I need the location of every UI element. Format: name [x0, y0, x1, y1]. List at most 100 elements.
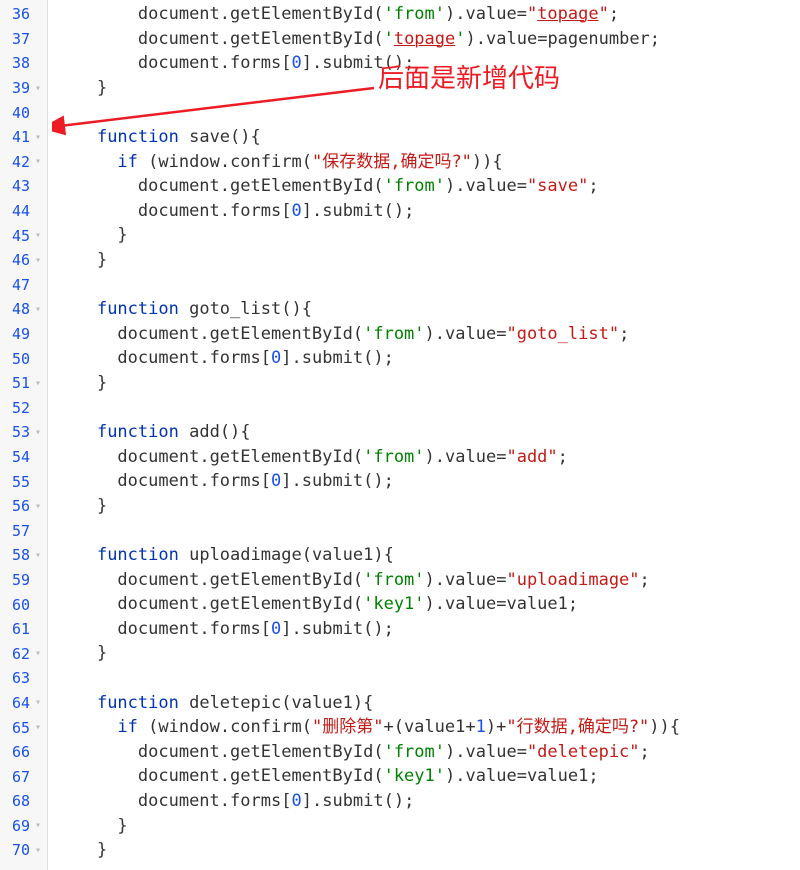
code-line[interactable]: function deletepic(value1){	[56, 691, 800, 716]
code-line[interactable]	[56, 518, 800, 543]
code-line[interactable]: document.forms[0].submit();	[56, 789, 800, 814]
code-line[interactable]: if (window.confirm("删除第"+(value1+1)+"行数据…	[56, 715, 800, 740]
code-line[interactable]: }	[56, 371, 800, 396]
code-line[interactable]: }	[56, 814, 800, 839]
gutter-line[interactable]: 59	[0, 568, 47, 593]
gutter-line[interactable]: 49	[0, 322, 47, 347]
code-line[interactable]: document.getElementById('topage').value=…	[56, 27, 800, 52]
gutter-line[interactable]: 56▾	[0, 494, 47, 519]
gutter-line[interactable]: 60	[0, 592, 47, 617]
code-line[interactable]	[56, 396, 800, 421]
code-line[interactable]: document.getElementById('from').value="d…	[56, 740, 800, 765]
code-line[interactable]: document.forms[0].submit();	[56, 346, 800, 371]
code-token: ;	[588, 176, 598, 196]
fold-toggle-icon[interactable]: ▾	[33, 845, 43, 856]
fold-toggle-icon[interactable]: ▾	[33, 820, 43, 831]
gutter-line[interactable]: 50	[0, 346, 47, 371]
code-line[interactable]: }	[56, 76, 800, 101]
fold-toggle-icon[interactable]: ▾	[33, 427, 43, 438]
code-token: (	[353, 594, 363, 614]
code-token: .	[220, 717, 230, 737]
code-line[interactable]: }	[56, 248, 800, 273]
code-editor[interactable]: 36373839▾4041▾42▾434445▾46▾4748▾495051▾5…	[0, 0, 800, 870]
gutter-line[interactable]: 55	[0, 469, 47, 494]
gutter-line[interactable]: 57	[0, 518, 47, 543]
gutter-line[interactable]: 36	[0, 2, 47, 27]
code-line[interactable]: document.forms[0].submit();	[56, 199, 800, 224]
fold-toggle-icon[interactable]: ▾	[33, 378, 43, 389]
fold-toggle-icon[interactable]: ▾	[33, 132, 43, 143]
gutter-line[interactable]: 44	[0, 199, 47, 224]
code-line[interactable]: function add(){	[56, 420, 800, 445]
code-token: document	[117, 471, 199, 491]
gutter-line[interactable]: 38	[0, 51, 47, 76]
code-line[interactable]: if (window.confirm("保存数据,确定吗?")){	[56, 150, 800, 175]
fold-toggle-icon[interactable]: ▾	[33, 722, 43, 733]
code-line[interactable]: }	[56, 838, 800, 863]
fold-toggle-icon[interactable]: ▾	[33, 156, 43, 167]
code-token: .	[220, 742, 230, 762]
gutter-line[interactable]: 43	[0, 174, 47, 199]
gutter-line[interactable]: 58▾	[0, 543, 47, 568]
code-line[interactable]: document.getElementById('from').value="a…	[56, 445, 800, 470]
code-line[interactable]: function goto_list(){	[56, 297, 800, 322]
code-area[interactable]: document.getElementById('from').value="t…	[48, 0, 800, 870]
code-line[interactable]	[56, 666, 800, 691]
gutter-line[interactable]: 62▾	[0, 641, 47, 666]
code-token: document	[138, 53, 220, 73]
code-line[interactable]: document.getElementById('from').value="t…	[56, 2, 800, 27]
code-line[interactable]: }	[56, 223, 800, 248]
code-line[interactable]: document.forms[0].submit();	[56, 51, 800, 76]
gutter-line[interactable]: 51▾	[0, 371, 47, 396]
gutter-line[interactable]: 65▾	[0, 715, 47, 740]
code-line[interactable]: document.getElementById('key1').value=va…	[56, 764, 800, 789]
gutter-line[interactable]: 69▾	[0, 814, 47, 839]
fold-toggle-icon[interactable]: ▾	[33, 83, 43, 94]
code-line[interactable]: }	[56, 494, 800, 519]
code-line[interactable]: document.forms[0].submit();	[56, 469, 800, 494]
gutter-line[interactable]: 52	[0, 396, 47, 421]
code-token: }	[97, 643, 107, 663]
gutter-line[interactable]: 68	[0, 789, 47, 814]
gutter-line[interactable]: 42▾	[0, 150, 47, 175]
gutter-line[interactable]: 66	[0, 740, 47, 765]
gutter-line[interactable]: 37	[0, 27, 47, 52]
code-token: }	[117, 225, 127, 245]
gutter-line[interactable]: 40	[0, 100, 47, 125]
code-line[interactable]: document.forms[0].submit();	[56, 617, 800, 642]
gutter-line[interactable]: 70▾	[0, 838, 47, 863]
gutter-line[interactable]: 54	[0, 445, 47, 470]
gutter-line[interactable]: 46▾	[0, 248, 47, 273]
gutter-line[interactable]: 61	[0, 617, 47, 642]
fold-toggle-icon[interactable]: ▾	[33, 648, 43, 659]
code-line[interactable]: document.getElementById('from').value="u…	[56, 568, 800, 593]
line-number-gutter[interactable]: 36373839▾4041▾42▾434445▾46▾4748▾495051▾5…	[0, 0, 48, 870]
code-line[interactable]: document.getElementById('from').value="g…	[56, 322, 800, 347]
code-line[interactable]	[56, 273, 800, 298]
line-number: 43	[12, 177, 30, 195]
code-line[interactable]: document.getElementById('key1').value=va…	[56, 592, 800, 617]
code-line[interactable]	[56, 100, 800, 125]
fold-toggle-icon[interactable]: ▾	[33, 550, 43, 561]
fold-toggle-icon[interactable]: ▾	[33, 697, 43, 708]
code-line[interactable]: document.getElementById('from').value="s…	[56, 174, 800, 199]
gutter-line[interactable]: 45▾	[0, 223, 47, 248]
gutter-line[interactable]: 47	[0, 273, 47, 298]
gutter-line[interactable]: 39▾	[0, 76, 47, 101]
gutter-line[interactable]: 67	[0, 764, 47, 789]
fold-toggle-icon[interactable]: ▾	[33, 230, 43, 241]
code-line[interactable]: function save(){	[56, 125, 800, 150]
code-token: value	[466, 176, 517, 196]
gutter-line[interactable]: 41▾	[0, 125, 47, 150]
fold-toggle-icon[interactable]: ▾	[33, 304, 43, 315]
indent	[56, 324, 117, 344]
gutter-line[interactable]: 63	[0, 666, 47, 691]
indent	[56, 201, 138, 221]
gutter-line[interactable]: 48▾	[0, 297, 47, 322]
fold-toggle-icon[interactable]: ▾	[33, 255, 43, 266]
gutter-line[interactable]: 53▾	[0, 420, 47, 445]
fold-toggle-icon[interactable]: ▾	[33, 501, 43, 512]
code-line[interactable]: }	[56, 641, 800, 666]
gutter-line[interactable]: 64▾	[0, 691, 47, 716]
code-line[interactable]: function uploadimage(value1){	[56, 543, 800, 568]
